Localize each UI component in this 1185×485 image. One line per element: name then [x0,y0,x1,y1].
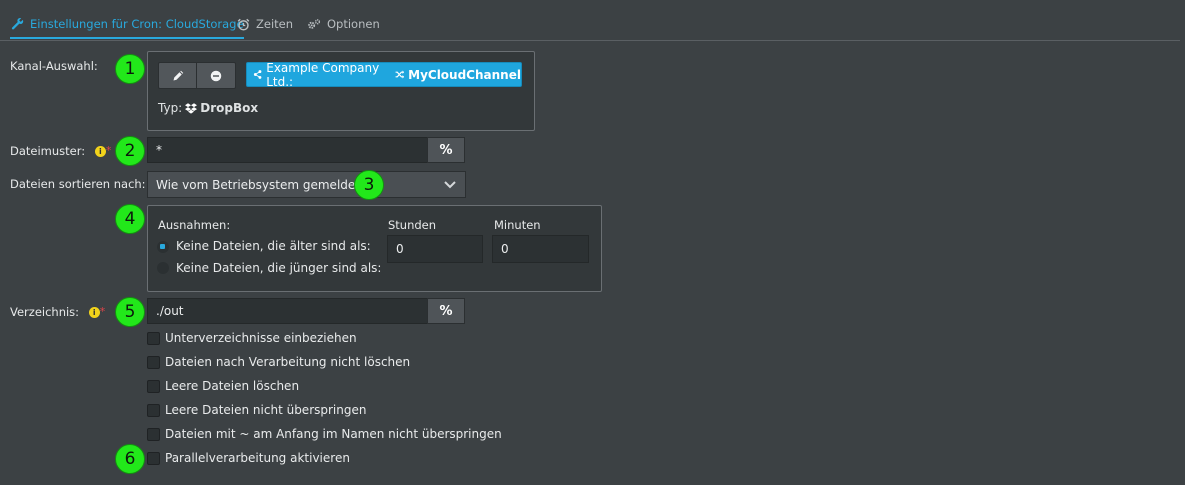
alarm-clock-icon [236,17,250,31]
checkbox-include-subdirs-label: Unterverzeichnisse einbeziehen [165,331,357,345]
tab-settings-label: Einstellungen für Cron: CloudStorage [30,16,244,31]
tab-options-label: Optionen [327,17,380,31]
checkbox-tilde-files[interactable] [147,428,160,441]
minutes-label: Minuten [494,218,541,232]
channel-selector-button[interactable]: Example Company Ltd.: MyCloudChannel [246,60,522,89]
sort-select[interactable]: Wie vom Betriebsystem gemeldet [147,171,466,198]
checkbox-keep-empty-label: Leere Dateien nicht überspringen [165,403,367,417]
sort-select-value: Wie vom Betriebsystem gemeldet [156,177,360,192]
directory-label: Verzeichnis: [10,305,80,319]
hours-input[interactable]: 0 [387,235,483,263]
remove-channel-button[interactable] [196,62,236,89]
channel-name: MyCloudChannel [408,67,521,82]
radio-older-label: Keine Dateien, die älter sind als: [176,239,371,253]
exceptions-title: Ausnahmen: [158,218,231,232]
required-icon: * [99,305,106,318]
pattern-input[interactable]: * [147,137,428,163]
marker-1: 1 [115,54,145,84]
radio-younger[interactable] [157,262,169,274]
checkbox-delete-empty-label: Leere Dateien löschen [165,379,300,393]
shuffle-icon [395,70,405,79]
marker-5: 5 [115,297,145,327]
radio-younger-label: Keine Dateien, die jünger sind als: [176,261,382,275]
hours-label: Stunden [388,218,437,232]
checkbox-keep-empty[interactable] [147,404,160,417]
tab-times-label: Zeiten [256,17,294,31]
pencil-icon [173,70,183,80]
directory-variable-button[interactable]: % [427,298,465,324]
radio-older[interactable] [157,241,169,253]
info-icon[interactable]: i [94,146,106,157]
checkbox-parallel-label: Parallelverarbeitung aktivieren [165,451,350,465]
wrench-icon [10,17,24,31]
checkbox-parallel[interactable] [147,452,160,465]
tab-bar: Einstellungen für Cron: CloudStorage Zei… [0,0,1180,41]
directory-input[interactable]: ./out [147,298,428,324]
channel-label: Kanal-Auswahl: [10,59,98,73]
tab-options[interactable]: Optionen [307,10,380,38]
marker-2: 2 [115,136,145,166]
info-icon[interactable]: i [88,307,100,318]
pattern-label-row: Dateimuster: i * [10,144,111,158]
checkbox-tilde-files-label: Dateien mit ~ am Anfang im Namen nicht ü… [165,427,502,441]
dropbox-icon [185,102,198,114]
minutes-input[interactable]: 0 [492,235,589,263]
checkbox-keep-files[interactable] [147,356,160,369]
edit-channel-button[interactable] [158,62,197,89]
required-icon: * [105,144,112,157]
pattern-label: Dateimuster: [10,144,86,158]
marker-4: 4 [115,204,145,234]
checkbox-delete-empty[interactable] [147,380,160,393]
tab-settings[interactable]: Einstellungen für Cron: CloudStorage [10,10,244,39]
channel-type: Typ: DropBox [158,101,258,115]
pattern-variable-button[interactable]: % [427,137,465,163]
minus-circle-icon [210,70,222,81]
tab-times[interactable]: Zeiten [236,10,293,38]
checkbox-include-subdirs[interactable] [147,332,160,345]
chevron-down-icon [444,181,456,189]
channel-company: Example Company Ltd.: [266,60,380,89]
channel-type-label: Typ: [158,101,183,115]
checkbox-keep-files-label: Dateien nach Verarbeitung nicht löschen [165,355,411,369]
directory-label-row: Verzeichnis: i * [10,305,105,319]
marker-6: 6 [115,444,145,474]
sort-label: Dateien sortieren nach: [10,177,146,191]
gears-icon [307,17,321,31]
marker-3: 3 [354,170,384,200]
share-icon [253,70,262,79]
channel-type-value: DropBox [200,101,259,115]
